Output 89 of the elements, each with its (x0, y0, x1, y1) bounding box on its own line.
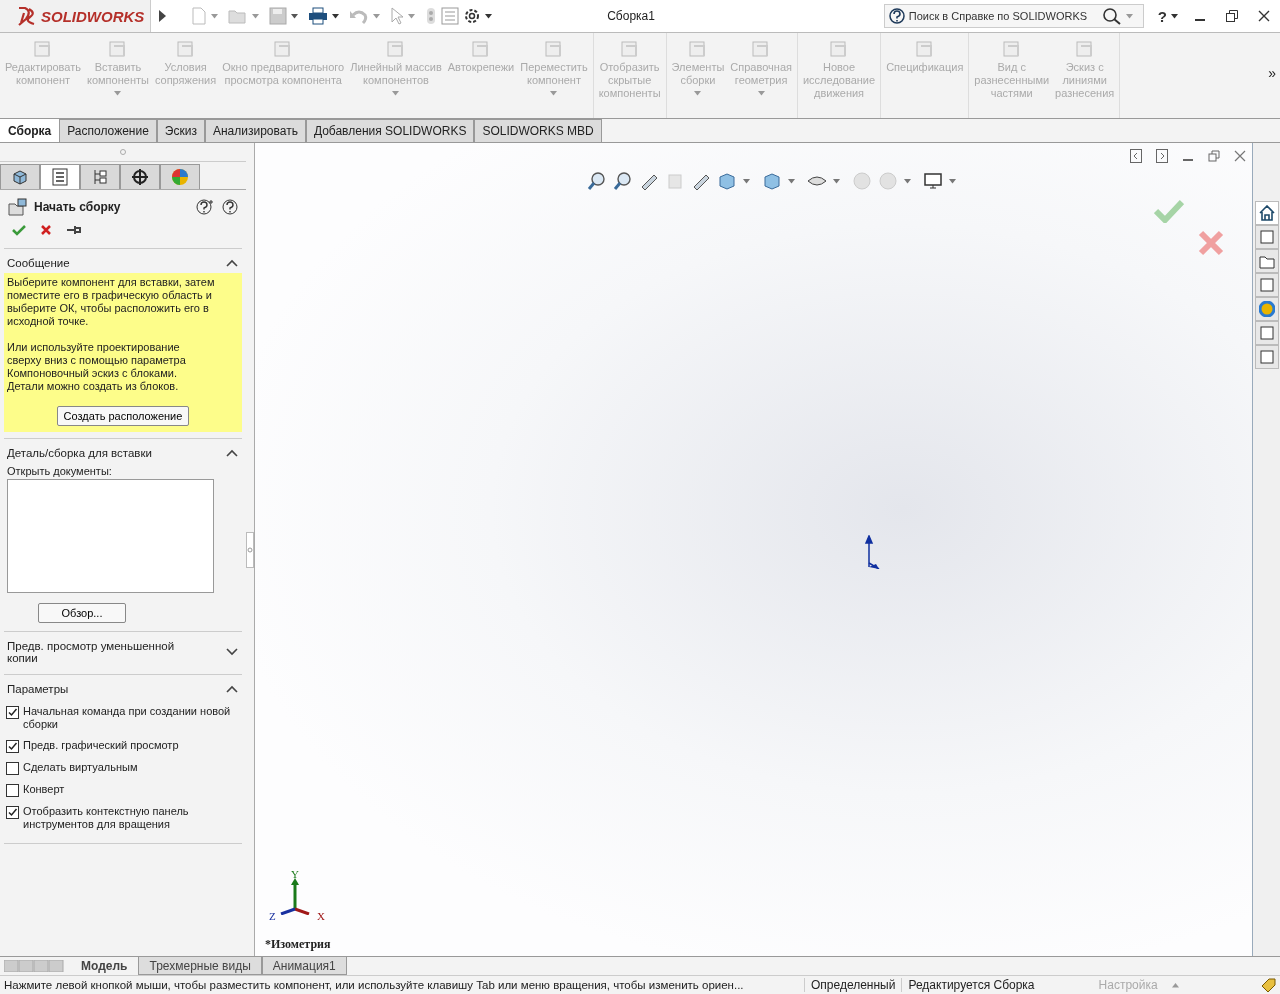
cube-icon (11, 168, 29, 186)
tree-icon (91, 168, 109, 186)
checkbox-label[interactable]: Конверт (23, 783, 65, 796)
caret-icon[interactable] (332, 13, 340, 19)
list-icon (51, 168, 69, 186)
confirm-check-icon[interactable] (1154, 199, 1184, 223)
help-icon[interactable] (222, 199, 238, 215)
tile-right-icon[interactable] (1156, 149, 1168, 163)
home-button[interactable] (1254, 201, 1279, 225)
cancel-icon[interactable] (40, 224, 52, 236)
status-text: Определенный (804, 978, 902, 992)
expand-icon[interactable] (226, 648, 238, 656)
list-tab[interactable] (40, 164, 80, 189)
expand-menu-icon[interactable] (157, 8, 168, 24)
search-bar[interactable]: Поиск в Справке по SOLIDWORKS (883, 4, 1144, 28)
checkbox[interactable] (6, 740, 19, 753)
checkbox[interactable] (6, 784, 19, 797)
model-tab[interactable]: Анимация1 (261, 957, 347, 975)
section-title: Сообщение (7, 257, 70, 269)
command-tab[interactable]: Расположение (59, 119, 157, 142)
tag-icon[interactable] (1260, 977, 1276, 993)
splitter-handle-icon[interactable] (246, 531, 254, 568)
checkbox[interactable] (6, 762, 19, 775)
color-wheel-tab[interactable] (160, 164, 200, 189)
app-logo[interactable]: SOLIDWORKS (0, 0, 152, 32)
zoom-area-icon[interactable] (613, 171, 633, 191)
collapse-icon[interactable] (226, 449, 238, 457)
document-list[interactable] (7, 479, 214, 593)
monitor-icon[interactable] (923, 171, 943, 191)
logo-text: SOLIDWORKS (41, 7, 145, 25)
axis-label: Z (269, 911, 276, 922)
command-tab[interactable]: Добавления SOLIDWORKS (305, 119, 475, 142)
caret-icon[interactable] (485, 13, 493, 19)
ok-icon[interactable] (12, 224, 26, 236)
checkbox-label[interactable]: Сделать виртуальным (23, 761, 138, 774)
collapse-icon[interactable] (226, 259, 238, 267)
checkbox-label[interactable]: Отобразить контекстную панель инструментов для вращения (23, 805, 240, 831)
checkbox-label[interactable]: Предв. графический просмотр (23, 739, 179, 752)
tree-tab[interactable] (80, 164, 120, 189)
axis-label: Y (291, 869, 299, 880)
cube-tab[interactable] (0, 164, 40, 189)
origin-icon (865, 535, 881, 569)
settings-icon[interactable] (463, 7, 482, 25)
restore-icon[interactable] (1225, 9, 1239, 23)
search-input[interactable]: Поиск в Справке по SOLIDWORKS (908, 10, 1098, 22)
collapse-icon[interactable] (226, 685, 238, 693)
axis-label: X (317, 911, 325, 922)
command-tab[interactable]: Анализировать (204, 119, 306, 142)
status-text: Редактируется Сборка (901, 978, 1041, 992)
view-name: *Изометрия (265, 937, 331, 952)
command-tab[interactable]: SOLIDWORKS MBD (474, 119, 602, 142)
checkbox-label[interactable]: Начальная команда при создании новой сборки (23, 705, 240, 731)
splitter-handle-icon[interactable] (120, 149, 126, 155)
section-title: Деталь/сборка для вставки (7, 447, 152, 459)
pointer-icon[interactable] (390, 7, 405, 25)
home-icon (1258, 205, 1275, 221)
create-layout-button[interactable]: Создать расположение (56, 406, 190, 426)
message-text: Или используйте проектирование сверху вниз с помощью параметра Компоновочный эскиз с блоками. Детали можно создать из блоков. (7, 341, 187, 393)
zoom-fit-icon[interactable] (587, 171, 607, 191)
pin-icon[interactable] (66, 224, 82, 236)
search-icon[interactable] (1101, 7, 1122, 25)
command-tab[interactable]: Эскиз (156, 119, 205, 142)
checkbox[interactable] (6, 806, 19, 819)
crosshair-icon (131, 168, 149, 186)
command-tab[interactable]: Сборка (0, 119, 60, 142)
insert-component-icon (8, 198, 28, 216)
whats-new-icon[interactable] (196, 199, 214, 215)
folder-button[interactable] (1254, 249, 1279, 273)
section-title: Предв. просмотр уменьшенной копии (7, 640, 176, 664)
message-text: Выберите компонент для вставки, затем поместите его в графическую область и выберите ОК, чтобы расположить его в исходной точке. (7, 276, 216, 328)
help-icon (888, 8, 905, 24)
close-icon[interactable] (1257, 9, 1271, 23)
section-title: Параметры (7, 683, 69, 695)
tile-left-icon[interactable] (1130, 149, 1142, 163)
field-label: Открыть документы: (6, 464, 113, 479)
color-wheel-icon (171, 168, 189, 186)
more-button[interactable]: » (1268, 65, 1276, 81)
browse-button[interactable]: Обзор... (38, 603, 126, 623)
status-message: Нажмите левой кнопкой мыши, чтобы разместить компонент, или используйте клавишу Tab или меню вращения, чтобы изменить ориен... (3, 979, 745, 991)
folder-icon (1258, 253, 1275, 269)
window-title: Сборка1 (606, 9, 656, 23)
caret-icon[interactable] (1171, 13, 1178, 19)
print-icon[interactable] (308, 7, 329, 25)
crosshair-tab[interactable] (120, 164, 160, 189)
caret-icon[interactable] (291, 13, 299, 19)
checkbox[interactable] (6, 706, 19, 719)
model-tab[interactable]: Трехмерные виды (138, 957, 262, 975)
panel-title: Начать сборку (34, 200, 122, 214)
help-button[interactable]: ? (1157, 7, 1167, 25)
